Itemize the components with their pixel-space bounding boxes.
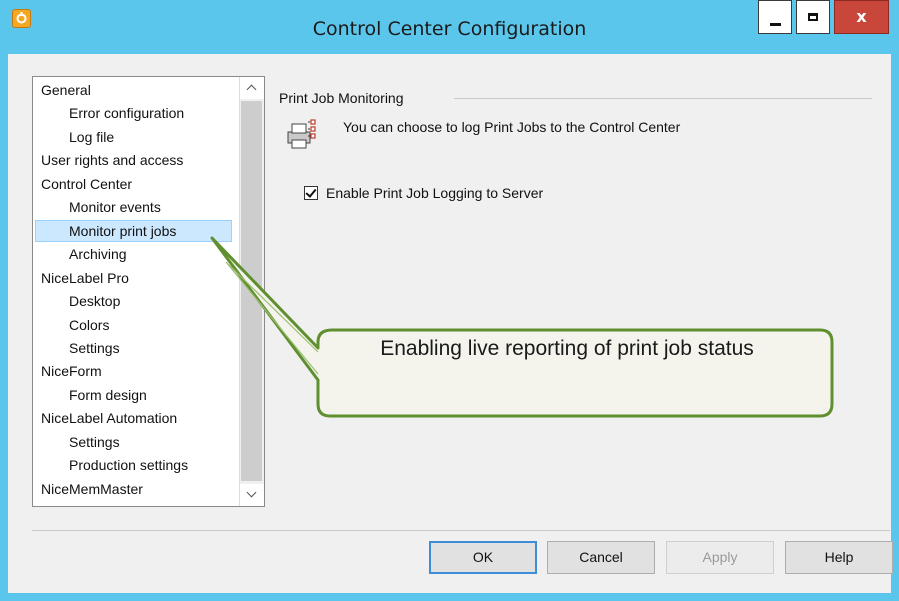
- tree-item[interactable]: Colors: [33, 314, 109, 336]
- section-title: Print Job Monitoring: [279, 90, 404, 106]
- ok-button[interactable]: OK: [429, 541, 537, 574]
- tree-item[interactable]: Form design: [33, 384, 147, 406]
- tree-item[interactable]: Monitor print jobs: [35, 219, 232, 242]
- tree-item[interactable]: Control Center: [33, 173, 132, 195]
- tree-item[interactable]: User rights and access: [33, 149, 183, 171]
- printer-icon: [285, 118, 319, 152]
- help-button[interactable]: Help: [785, 541, 893, 574]
- tree-item[interactable]: Monitor events: [33, 196, 161, 218]
- footer-divider: [32, 530, 890, 531]
- tree-item[interactable]: Archiving: [33, 243, 127, 265]
- tree-item[interactable]: Settings: [33, 337, 120, 359]
- tree-item[interactable]: Production settings: [33, 454, 188, 476]
- tree-item[interactable]: NiceLabel Pro: [33, 267, 129, 289]
- tree-item[interactable]: Desktop: [33, 290, 120, 312]
- enable-logging-checkbox[interactable]: [304, 186, 318, 200]
- minimize-button[interactable]: [758, 0, 792, 34]
- callout-text: Enabling live reporting of print job sta…: [380, 337, 754, 360]
- tree-item[interactable]: NiceMemMaster: [33, 478, 143, 500]
- settings-tree[interactable]: General Error configuration Log file User r…: [32, 76, 265, 507]
- scroll-down-arrow-icon[interactable]: [240, 484, 264, 506]
- maximize-button[interactable]: [796, 0, 830, 34]
- tree-item[interactable]: Error configuration: [33, 102, 184, 124]
- enable-logging-label[interactable]: Enable Print Job Logging to Server: [326, 185, 543, 201]
- tree-item[interactable]: NiceForm: [33, 360, 102, 382]
- scroll-thumb[interactable]: [241, 101, 262, 481]
- tree-item[interactable]: Log file: [33, 126, 114, 148]
- close-button[interactable]: x: [834, 0, 889, 34]
- title-bar[interactable]: Control Center Configuration x: [0, 0, 899, 54]
- tree-scrollbar[interactable]: [239, 77, 264, 506]
- section-divider: [454, 98, 872, 99]
- cancel-button[interactable]: Cancel: [547, 541, 655, 574]
- info-text: You can choose to log Print Jobs to the …: [343, 119, 681, 135]
- tree-item[interactable]: Settings: [33, 431, 120, 453]
- tree-item[interactable]: General: [33, 79, 91, 101]
- apply-button[interactable]: Apply: [666, 541, 774, 574]
- scroll-up-arrow-icon[interactable]: [240, 77, 264, 99]
- tree-item[interactable]: NiceLabel Automation: [33, 407, 177, 429]
